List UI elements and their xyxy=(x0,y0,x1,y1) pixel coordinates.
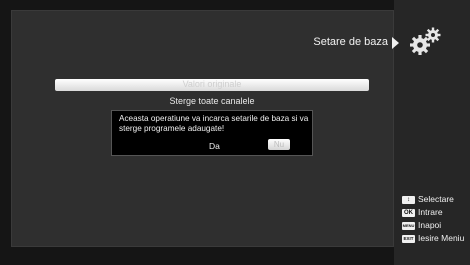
legend-label: Selectare xyxy=(418,194,454,204)
dialog-message: Aceasta operatiune va incarca setarile d… xyxy=(119,114,309,133)
menu-item-factory-defaults[interactable]: Valori originale xyxy=(55,79,369,91)
updown-key-icon: ↕ xyxy=(402,195,415,204)
screen: Setare de baza Valori originale Sterge t… xyxy=(0,0,470,265)
no-button[interactable]: Nu xyxy=(268,139,290,150)
legend-enter: OK Intrare xyxy=(402,207,443,218)
page-title: Setare de baza xyxy=(313,36,388,48)
legend-label: Iesire Meniu xyxy=(418,233,465,243)
menu-item-delete-channels[interactable]: Sterge toate canalele xyxy=(55,95,369,107)
confirm-dialog: Aceasta operatiune va incarca setarile d… xyxy=(111,110,313,156)
gears-icon xyxy=(410,27,441,55)
legend-label: Intrare xyxy=(418,207,443,217)
exit-key-icon: EXIT xyxy=(402,234,415,243)
pointer-arrow-icon xyxy=(392,37,399,49)
legend-select: ↕ Selectare xyxy=(402,194,454,205)
ok-key-icon: OK xyxy=(402,208,415,217)
yes-button[interactable]: Da xyxy=(209,141,220,151)
legend-back: MENU Inapoi xyxy=(402,220,441,231)
menu-key-icon: MENU xyxy=(402,221,415,230)
legend-exit: EXIT Iesire Meniu xyxy=(402,233,464,244)
legend-label: Inapoi xyxy=(418,220,442,230)
